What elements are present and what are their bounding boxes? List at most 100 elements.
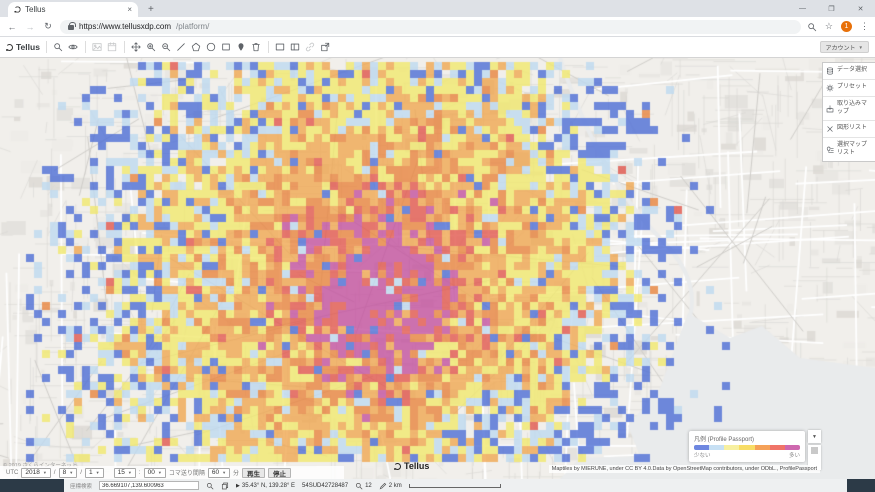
toolbar-eye-button[interactable] [66,39,81,56]
toolbar-divider [268,41,269,53]
date-separator2: / [80,469,82,476]
polygon-icon [191,42,201,52]
toolbar-window-split-button[interactable] [288,39,303,56]
chevron-down-icon: ▼ [859,45,863,50]
calendar-icon [107,42,117,52]
legend-color-segment [694,445,709,450]
legend-collapse-button[interactable]: ▼ [808,430,821,443]
toolbar-zoom-in-button[interactable] [144,39,159,56]
close-tab-icon[interactable]: × [127,5,132,14]
minimize-window-icon[interactable]: — [788,0,817,17]
zoom-in-icon [146,42,156,52]
toolbar-share-button[interactable] [318,39,333,56]
stop-button[interactable]: 停止 [268,468,291,478]
map-list-icon [826,146,834,154]
cursor-coordinates-value: 35.43° N, 139.28° E [242,483,295,489]
gear-icon [826,84,834,92]
sidebar-item-import[interactable]: 取り込みマップ [823,97,875,121]
search-icon [53,42,63,52]
minute-value: 00 [148,469,155,476]
month-select[interactable]: 8 [59,468,78,478]
toolbar-image-button [90,39,105,56]
url-input[interactable]: https://www.tellusxdp.com/platform/ [60,20,801,34]
month-value: 8 [63,469,67,476]
sidebar-item-database[interactable]: データ選択 [823,63,875,80]
link-icon [305,42,315,52]
toolbar-divider [124,41,125,53]
map-scale-value: 2 km [389,483,402,489]
address-bar-actions: ☆ 1 ⋮ [807,21,869,32]
url-path: /platform/ [176,22,209,31]
sidebar-item-gear[interactable]: プリセット [823,80,875,97]
toolbar-pin-button[interactable] [234,39,249,56]
hour-value: 15 [118,469,125,476]
day-select[interactable]: 1 [85,468,104,478]
toolbar-polygon-button[interactable] [189,39,204,56]
interval-value: 60 [212,469,219,476]
sidebar-item-map-list[interactable]: 選択マップリスト [823,138,875,161]
coordinate-search-icon[interactable] [206,482,214,490]
zoom-level-icon [355,482,363,490]
bookmark-star-icon[interactable]: ☆ [825,21,833,32]
reload-icon[interactable]: ↻ [42,21,54,32]
map-canvas[interactable] [0,58,875,479]
account-button[interactable]: アカウント ▼ [820,41,869,53]
legend-max-label: 多い [789,451,800,459]
copy-icon[interactable] [221,482,229,490]
toolbar-trash-button[interactable] [249,39,264,56]
close-window-icon[interactable]: ✕ [846,0,875,17]
toolbar-circle-button[interactable] [204,39,219,56]
window-controls: — ❐ ✕ [788,0,875,17]
toolbar-search-button[interactable] [51,39,66,56]
tellus-logo-text: Tellus [16,42,40,52]
timezone-label: UTC [6,470,18,476]
new-tab-button[interactable]: + [148,2,154,17]
toolbar-divider [85,41,86,53]
tab-strip: Tellus × + — ❐ ✕ [0,0,875,17]
map-sidebar: データ選択プリセット取り込みマップ図形リスト選択マップリスト [822,62,875,162]
shapes-icon [826,125,834,133]
cursor-marker-icon: ▶ [236,483,240,489]
toolbar-rectangle-button[interactable] [219,39,234,56]
legend-labels: 少ない 多い [694,451,800,459]
tellus-favicon-icon [14,6,20,12]
scale-bar [409,484,501,488]
legend-panel: 凡例 (Profile Passport) 少ない 多い [689,431,805,462]
page-zoom-icon[interactable] [807,22,817,32]
day-value: 1 [89,469,93,476]
minute-select[interactable]: 00 [144,468,166,478]
trash-icon [251,42,261,52]
browser-tab[interactable]: Tellus × [8,2,138,17]
play-button[interactable]: 再生 [242,468,265,478]
eye-icon [68,42,78,52]
map-attribution: Maptiles by MIERUNE, under CC BY 4.0.Dat… [549,465,820,473]
toolbar-line-button[interactable] [174,39,189,56]
year-select[interactable]: 2018 [21,468,50,478]
toolbar-divider [46,41,47,53]
url-host: https://www.tellusxdp.com [79,22,171,31]
date-separator: / [54,469,56,476]
sidebar-item-shapes[interactable]: 図形リスト [823,121,875,138]
interval-select[interactable]: 60 [208,468,230,478]
back-icon[interactable]: ← [6,22,18,32]
forward-icon[interactable]: → [24,22,36,32]
browser-menu-icon[interactable]: ⋮ [860,21,869,32]
legend-color-ramp [694,445,800,450]
maximize-window-icon[interactable]: ❐ [817,0,846,17]
hour-select[interactable]: 15 [114,468,136,478]
coordinate-search-input[interactable] [99,481,199,490]
status-bar-panel: 座標検索 ▶ 35.43° N, 139.28° E 54SUD42728487… [64,479,847,492]
legend-color-segment [724,445,739,450]
toolbar-zoom-out-button[interactable] [159,39,174,56]
tellus-logo-icon [6,44,13,51]
app-toolbar: Tellus アカウント ▼ [0,37,875,58]
legend-color-segment [770,445,785,450]
account-button-label: アカウント [826,43,856,52]
sidebar-item-label: データ選択 [837,67,867,75]
cursor-coordinates: ▶ 35.43° N, 139.28° E [236,483,295,489]
map-watermark: Tellus [394,461,429,471]
toolbar-window-button[interactable] [273,39,288,56]
profile-avatar[interactable]: 1 [841,21,852,32]
scrollbar-thumb[interactable] [811,447,818,454]
toolbar-move-button[interactable] [129,39,144,56]
